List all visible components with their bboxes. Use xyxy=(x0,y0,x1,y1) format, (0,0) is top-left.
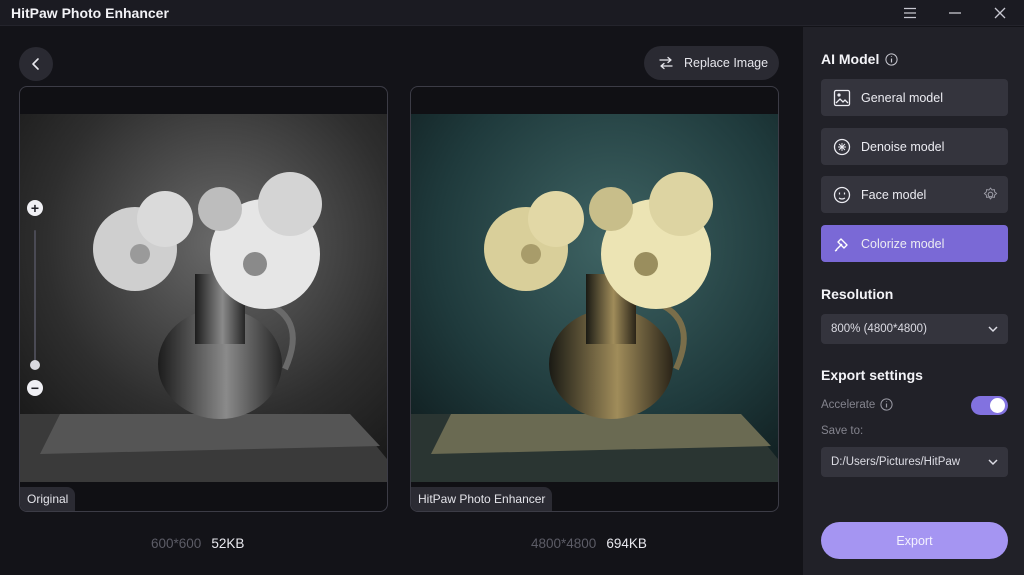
accelerate-text: Accelerate xyxy=(821,398,876,411)
chevron-left-icon xyxy=(32,58,39,70)
gear-icon[interactable] xyxy=(983,187,998,202)
model-face-button[interactable]: Face model xyxy=(821,176,1008,213)
resolution-title: Resolution xyxy=(821,286,894,302)
title-bar: HitPaw Photo Enhancer xyxy=(0,0,1024,26)
save-path-select[interactable]: D:/Users/Pictures/HitPaw xyxy=(821,447,1008,477)
original-filesize: 52KB xyxy=(211,536,245,551)
zoom-in-button[interactable]: + xyxy=(27,200,43,216)
resolution-value: 800% (4800*4800) xyxy=(831,323,927,335)
enhanced-info: 4800*4800 694KB xyxy=(531,536,647,551)
face-icon xyxy=(833,186,851,203)
original-photo xyxy=(20,114,387,482)
original-image-panel[interactable]: Original xyxy=(19,86,388,512)
app-title: HitPaw Photo Enhancer xyxy=(11,5,169,21)
model-general-label: General model xyxy=(861,90,943,105)
zoom-out-button[interactable]: − xyxy=(27,380,43,396)
back-button[interactable] xyxy=(19,47,53,81)
accelerate-label: Accelerate xyxy=(821,398,893,411)
export-settings-heading: Export settings xyxy=(821,367,923,383)
minimize-icon[interactable] xyxy=(944,2,966,24)
model-denoise-button[interactable]: Denoise model xyxy=(821,128,1008,165)
colorize-icon xyxy=(834,237,848,252)
original-info: 600*600 52KB xyxy=(151,536,244,551)
ai-model-title: AI Model xyxy=(821,51,880,67)
info-icon[interactable] xyxy=(885,52,898,66)
export-button[interactable]: Export xyxy=(821,522,1008,559)
enhanced-dimensions: 4800*4800 xyxy=(531,536,597,551)
save-to-label: Save to: xyxy=(821,425,864,437)
model-face-label: Face model xyxy=(861,187,927,202)
resolution-heading: Resolution xyxy=(821,286,893,302)
chevron-down-icon xyxy=(988,326,998,333)
toggle-knob xyxy=(990,398,1005,413)
enhanced-tag: HitPaw Photo Enhancer xyxy=(411,487,553,511)
original-dimensions: 600*600 xyxy=(151,536,202,551)
menu-icon[interactable] xyxy=(899,2,921,24)
image-icon xyxy=(833,89,851,106)
info-icon[interactable] xyxy=(880,398,893,411)
model-colorize-label: Colorize model xyxy=(861,236,945,251)
zoom-control[interactable]: + − xyxy=(27,200,45,400)
close-icon[interactable] xyxy=(989,2,1011,24)
enhanced-photo xyxy=(411,114,778,482)
original-tag: Original xyxy=(20,487,76,511)
resolution-select[interactable]: 800% (4800*4800) xyxy=(821,314,1008,344)
settings-sidebar: AI Model General model Denoise model Fac… xyxy=(803,27,1024,575)
model-colorize-button[interactable]: Colorize model xyxy=(821,225,1008,262)
save-path-value: D:/Users/Pictures/HitPaw xyxy=(831,456,961,468)
denoise-icon xyxy=(833,138,851,155)
enhanced-filesize: 694KB xyxy=(606,536,647,551)
zoom-slider-knob[interactable] xyxy=(30,360,40,370)
replace-image-button[interactable]: Replace Image xyxy=(644,46,779,80)
preview-area: Replace Image Original + − HitPaw Photo … xyxy=(0,27,802,575)
enhanced-image-panel[interactable]: HitPaw Photo Enhancer xyxy=(410,86,779,512)
accelerate-toggle[interactable] xyxy=(971,396,1008,415)
swap-icon xyxy=(659,56,673,70)
model-general-button[interactable]: General model xyxy=(821,79,1008,116)
export-settings-title: Export settings xyxy=(821,367,923,383)
model-denoise-label: Denoise model xyxy=(861,139,945,154)
zoom-slider[interactable] xyxy=(34,230,36,364)
replace-image-label: Replace Image xyxy=(684,56,769,70)
chevron-down-icon xyxy=(988,459,998,466)
ai-model-heading: AI Model xyxy=(821,51,898,67)
